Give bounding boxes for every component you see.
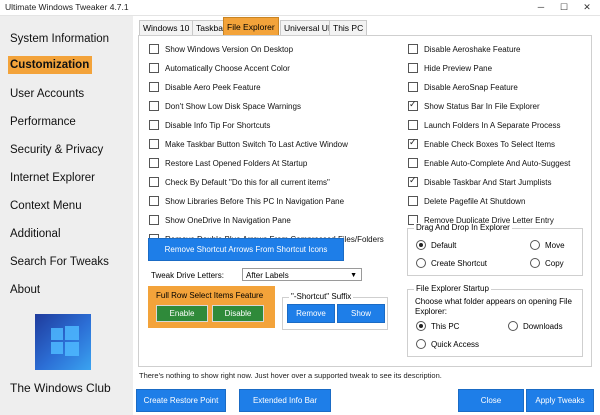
check-onedrive-nav[interactable]: Show OneDrive In Navigation Pane	[149, 215, 291, 225]
check-restore-folders[interactable]: Restore Last Opened Folders At Startup	[149, 158, 307, 168]
title-bar: Ultimate Windows Tweaker 4.7.1 ─ ☐ ✕	[0, 0, 600, 16]
radio-this-pc[interactable]: This PC	[416, 321, 459, 331]
checkbox[interactable]	[149, 120, 159, 130]
close-window-button[interactable]: ✕	[576, 0, 598, 15]
radio-button[interactable]	[416, 258, 426, 268]
disable-button[interactable]: Disable	[212, 305, 264, 322]
logo-pane	[51, 342, 63, 354]
sidebar-item-context-menu[interactable]: Context Menu	[10, 200, 82, 212]
sidebar-item-internet-explorer[interactable]: Internet Explorer	[10, 172, 95, 184]
sidebar-item-security-privacy[interactable]: Security & Privacy	[10, 144, 103, 156]
enable-button[interactable]: Enable	[156, 305, 208, 322]
show-suffix-button[interactable]: Show	[337, 304, 385, 323]
remove-suffix-button[interactable]: Remove	[287, 304, 335, 323]
sidebar-item-customization[interactable]: Customization	[8, 56, 93, 74]
shortcut-suffix-title: "-Shortcut" Suffix	[289, 292, 354, 301]
sidebar-item-additional[interactable]: Additional	[10, 228, 61, 240]
logo-pane	[51, 328, 63, 340]
check-disable-aerosnap[interactable]: Disable AeroSnap Feature	[408, 82, 518, 92]
sidebar-item-performance[interactable]: Performance	[10, 116, 76, 128]
check-auto-complete[interactable]: Enable Auto-Complete And Auto-Suggest	[408, 158, 570, 168]
checkbox[interactable]	[149, 44, 159, 54]
checkbox[interactable]	[149, 63, 159, 73]
radio-quick-access[interactable]: Quick Access	[416, 339, 479, 349]
checkbox[interactable]	[408, 63, 418, 73]
create-restore-point-button[interactable]: Create Restore Point	[136, 389, 226, 412]
radio-button[interactable]	[530, 240, 540, 250]
check-check-boxes-select[interactable]: Enable Check Boxes To Select Items	[408, 137, 555, 149]
drag-drop-title: Drag And Drop In Explorer	[414, 223, 512, 232]
checkbox-checked[interactable]	[408, 137, 418, 149]
remove-shortcut-arrows-button[interactable]: Remove Shortcut Arrows From Shortcut Ico…	[148, 238, 344, 261]
check-low-disk-warnings[interactable]: Don't Show Low Disk Space Warnings	[149, 101, 301, 111]
explorer-startup-title: File Explorer Startup	[414, 284, 491, 293]
logo-pane	[65, 326, 79, 340]
chevron-down-icon: ▼	[350, 272, 357, 279]
checkbox[interactable]	[408, 44, 418, 54]
radio-button[interactable]	[416, 339, 426, 349]
radio-copy[interactable]: Copy	[530, 258, 564, 268]
checkbox[interactable]	[149, 177, 159, 187]
check-disable-jumplists[interactable]: Disable Taskbar And Start Jumplists	[408, 175, 551, 187]
logo-pane	[65, 342, 79, 356]
window-title: Ultimate Windows Tweaker 4.7.1	[5, 2, 129, 12]
windows-club-logo	[35, 314, 91, 370]
explorer-startup-description: Choose what folder appears on opening Fi…	[415, 297, 572, 316]
tab-universal-ui[interactable]: Universal UI	[280, 20, 335, 35]
drive-letters-label: Tweak Drive Letters:	[151, 271, 224, 280]
checkbox[interactable]	[408, 196, 418, 206]
sidebar-item-search-for-tweaks[interactable]: Search For Tweaks	[10, 256, 109, 268]
check-taskbar-last-active[interactable]: Make Taskbar Button Switch To Last Activ…	[149, 139, 348, 149]
full-row-select-group: Full Row Select Items Feature Enable Dis…	[148, 286, 275, 328]
checkbox[interactable]	[408, 82, 418, 92]
drag-drop-group: Drag And Drop In Explorer	[407, 223, 583, 276]
checkbox-checked[interactable]	[408, 99, 418, 111]
check-separate-process[interactable]: Launch Folders In A Separate Process	[408, 120, 561, 130]
radio-move[interactable]: Move	[530, 240, 565, 250]
brand-label: The Windows Club	[10, 381, 111, 395]
tab-this-pc[interactable]: This PC	[329, 20, 368, 35]
radio-button-selected[interactable]	[416, 240, 426, 250]
sidebar-item-about[interactable]: About	[10, 284, 40, 296]
checkbox[interactable]	[149, 196, 159, 206]
minimize-button[interactable]: ─	[530, 0, 552, 15]
maximize-button[interactable]: ☐	[553, 0, 575, 15]
sidebar-item-user-accounts[interactable]: User Accounts	[10, 88, 84, 100]
close-button[interactable]: Close	[458, 389, 524, 412]
full-row-select-label: Full Row Select Items Feature	[156, 291, 264, 300]
check-disable-aero-peek[interactable]: Disable Aero Peek Feature	[149, 82, 261, 92]
checkbox-checked[interactable]	[408, 175, 418, 187]
check-show-windows-version[interactable]: Show Windows Version On Desktop	[149, 44, 293, 54]
drive-letters-value: After Labels	[246, 271, 289, 280]
check-disable-info-tip[interactable]: Disable Info Tip For Shortcuts	[149, 120, 270, 130]
drive-letters-select[interactable]: After Labels ▼	[242, 268, 362, 281]
checkbox[interactable]	[408, 120, 418, 130]
status-description: There's nothing to show right now. Just …	[139, 371, 442, 380]
tab-file-explorer[interactable]: File Explorer	[223, 17, 279, 35]
check-hide-preview-pane[interactable]: Hide Preview Pane	[408, 63, 492, 73]
radio-button[interactable]	[508, 321, 518, 331]
check-disable-aeroshake[interactable]: Disable Aeroshake Feature	[408, 44, 521, 54]
check-accent-color[interactable]: Automatically Choose Accent Color	[149, 63, 290, 73]
apply-tweaks-button[interactable]: Apply Tweaks	[526, 389, 594, 412]
sidebar-item-system-information[interactable]: System Information	[10, 33, 109, 45]
check-libraries-before-pc[interactable]: Show Libraries Before This PC In Navigat…	[149, 196, 344, 206]
radio-create-shortcut[interactable]: Create Shortcut	[416, 258, 487, 268]
radio-downloads[interactable]: Downloads	[508, 321, 563, 331]
extended-info-bar-button[interactable]: Extended Info Bar	[239, 389, 331, 412]
checkbox[interactable]	[149, 82, 159, 92]
checkbox[interactable]	[149, 158, 159, 168]
check-do-this-for-all[interactable]: Check By Default "Do this for all curren…	[149, 177, 330, 187]
checkbox[interactable]	[149, 215, 159, 225]
radio-default[interactable]: Default	[416, 240, 456, 250]
radio-button-selected[interactable]	[416, 321, 426, 331]
checkbox[interactable]	[149, 101, 159, 111]
tab-windows-10[interactable]: Windows 10	[139, 20, 194, 35]
check-delete-pagefile[interactable]: Delete Pagefile At Shutdown	[408, 196, 525, 206]
checkbox[interactable]	[149, 139, 159, 149]
checkbox[interactable]	[408, 158, 418, 168]
check-status-bar[interactable]: Show Status Bar In File Explorer	[408, 99, 540, 111]
radio-button[interactable]	[530, 258, 540, 268]
